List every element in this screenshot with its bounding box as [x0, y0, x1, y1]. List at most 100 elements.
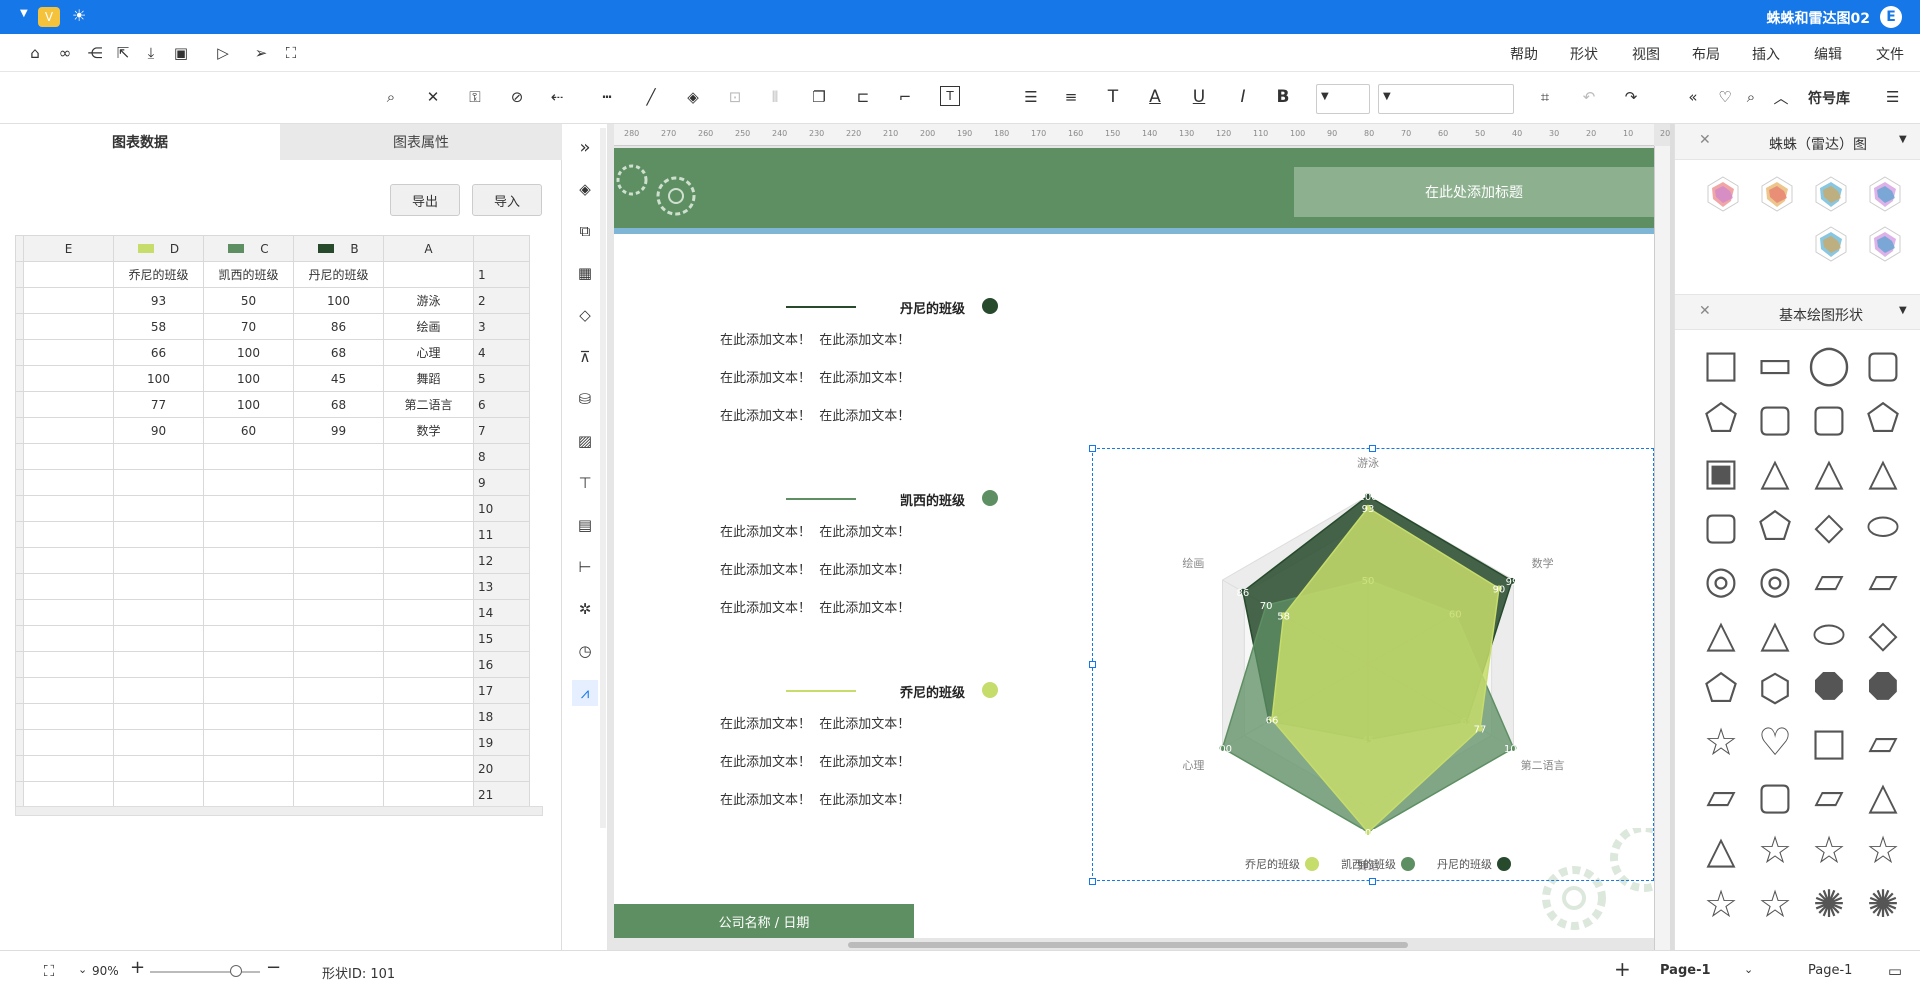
table-cell[interactable]: 66: [113, 339, 204, 366]
zoom-in-icon[interactable]: +: [130, 957, 145, 978]
table-cell[interactable]: [113, 625, 204, 652]
table-cell[interactable]: [23, 495, 114, 522]
section-text[interactable]: 在此添加文本！ 在此添加文本！: [720, 789, 910, 808]
undo-icon[interactable]: ↶: [1578, 86, 1600, 108]
table-cell[interactable]: [383, 495, 474, 522]
table-cell[interactable]: 77: [113, 391, 204, 418]
text-box-icon[interactable]: T: [940, 86, 960, 106]
play-icon[interactable]: ▷: [212, 42, 234, 64]
table-cell[interactable]: [23, 755, 114, 782]
rhombus-shape-icon[interactable]: ◇: [1861, 612, 1905, 656]
manual-input-shape-icon[interactable]: ▱: [1861, 720, 1905, 764]
redo-icon[interactable]: ↷: [1620, 86, 1642, 108]
table-cell[interactable]: [23, 729, 114, 756]
table-cell[interactable]: [23, 547, 114, 574]
table-cell[interactable]: [23, 521, 114, 548]
table-cell[interactable]: [113, 755, 204, 782]
triangle-shape-icon[interactable]: △: [1861, 450, 1905, 494]
table-cell[interactable]: [383, 781, 474, 808]
table-cell[interactable]: [293, 781, 384, 808]
section-title[interactable]: 乔尼的班级: [900, 682, 965, 701]
table-cell[interactable]: [23, 365, 114, 392]
col-header-c[interactable]: C: [203, 235, 294, 262]
section-header-radar[interactable]: ▼ 蛛蛛（雷达）图 ✕: [1675, 124, 1920, 160]
zoom-slider-thumb[interactable]: [230, 965, 242, 977]
section-text[interactable]: 在此添加文本！ 在此添加文本！: [720, 329, 910, 348]
fill-bucket-icon[interactable]: ◈: [574, 178, 596, 200]
table-cell[interactable]: [383, 755, 474, 782]
radar-thumbnail-icon[interactable]: [1811, 224, 1851, 264]
trapezoid-shape-icon[interactable]: ▱: [1861, 558, 1905, 602]
table-cell[interactable]: [383, 443, 474, 470]
table-cell[interactable]: [383, 703, 474, 730]
table-cell[interactable]: [383, 573, 474, 600]
right-triangle-shape-icon[interactable]: △: [1807, 450, 1851, 494]
table-cell[interactable]: [23, 391, 114, 418]
pill-shape-icon[interactable]: ⬭: [1807, 612, 1851, 656]
italic-icon[interactable]: I: [1232, 86, 1254, 108]
circle-shape-icon[interactable]: ◯: [1807, 342, 1851, 386]
donut-shape-icon[interactable]: ◎: [1699, 558, 1743, 602]
ring-shape-icon[interactable]: ◎: [1753, 558, 1797, 602]
table-cell[interactable]: 舞蹈: [383, 365, 474, 392]
pentagon2-shape-icon[interactable]: ⬠: [1699, 666, 1743, 710]
table-cell[interactable]: [23, 781, 114, 808]
table-cell[interactable]: [203, 469, 294, 496]
cone-shape-icon[interactable]: △: [1861, 774, 1905, 818]
shirt-icon[interactable]: ⌂: [24, 42, 46, 64]
vip-crown-icon[interactable]: V: [38, 7, 60, 27]
star8-shape-icon[interactable]: ☆: [1699, 720, 1743, 764]
radar-thumbnail-icon[interactable]: [1811, 174, 1851, 214]
table-cell[interactable]: [293, 599, 384, 626]
line-color-icon[interactable]: ╱: [640, 86, 662, 108]
canvas-hscroll[interactable]: [848, 942, 1408, 948]
dropdown-icon[interactable]: ▼: [20, 8, 28, 19]
square-shape-icon[interactable]: ▢: [1861, 342, 1905, 386]
ellipse-shape-icon[interactable]: ⬭: [1861, 504, 1905, 548]
page-layout-icon[interactable]: ▭: [1884, 960, 1906, 982]
table-cell[interactable]: [113, 781, 204, 808]
menu-insert[interactable]: 插入: [1752, 44, 1780, 64]
col-header-d[interactable]: D: [113, 235, 204, 262]
page-selector[interactable]: Page-1: [1808, 963, 1852, 978]
table-cell[interactable]: [113, 469, 204, 496]
octagon-shape-icon[interactable]: ⯃: [1861, 666, 1905, 710]
right-tri2-shape-icon[interactable]: △: [1753, 612, 1797, 656]
table-cell[interactable]: [203, 599, 294, 626]
table-cell[interactable]: [203, 573, 294, 600]
banner-title[interactable]: 在此处添加标题: [1294, 167, 1654, 217]
footer-label[interactable]: 公司名称 / 日期: [614, 904, 914, 938]
grid-icon[interactable]: ▦: [574, 262, 596, 284]
table-cell[interactable]: [203, 755, 294, 782]
sun-icon[interactable]: ☀: [72, 6, 86, 25]
find-icon[interactable]: ⌕: [380, 86, 402, 108]
expand-panel-icon[interactable]: »: [574, 136, 596, 158]
search-icon[interactable]: ⌕: [1740, 86, 1762, 108]
table-cell[interactable]: [23, 313, 114, 340]
align-icon[interactable]: ≡: [1060, 86, 1082, 108]
image-edit-icon[interactable]: ⧉: [574, 220, 596, 242]
table-scrollbar[interactable]: [15, 806, 543, 816]
rounded-tab-shape-icon[interactable]: ▢: [1753, 774, 1797, 818]
table-icon[interactable]: ▤: [574, 514, 596, 536]
table-cell[interactable]: [203, 677, 294, 704]
table-cell[interactable]: [23, 599, 114, 626]
underline-icon[interactable]: U: [1188, 86, 1210, 108]
chart-icon[interactable]: ⩘: [572, 680, 598, 706]
mindmap-icon[interactable]: ✲: [574, 598, 596, 620]
table-cell[interactable]: [383, 599, 474, 626]
table-cell[interactable]: 100: [113, 365, 204, 392]
export-button[interactable]: 导出: [390, 184, 460, 216]
table-cell[interactable]: [23, 417, 114, 444]
table-cell[interactable]: [203, 547, 294, 574]
table-cell[interactable]: [383, 651, 474, 678]
radar-thumbnail-icon[interactable]: [1865, 224, 1905, 264]
table-cell[interactable]: [113, 547, 204, 574]
send-icon[interactable]: ➢: [250, 42, 272, 64]
close-section-icon[interactable]: ✕: [1699, 303, 1711, 319]
table-cell[interactable]: [113, 729, 204, 756]
triangle2-shape-icon[interactable]: △: [1753, 450, 1797, 494]
menu-file[interactable]: 文件: [1876, 44, 1904, 64]
table-cell[interactable]: 100: [293, 287, 384, 314]
table-cell[interactable]: 90: [113, 417, 204, 444]
